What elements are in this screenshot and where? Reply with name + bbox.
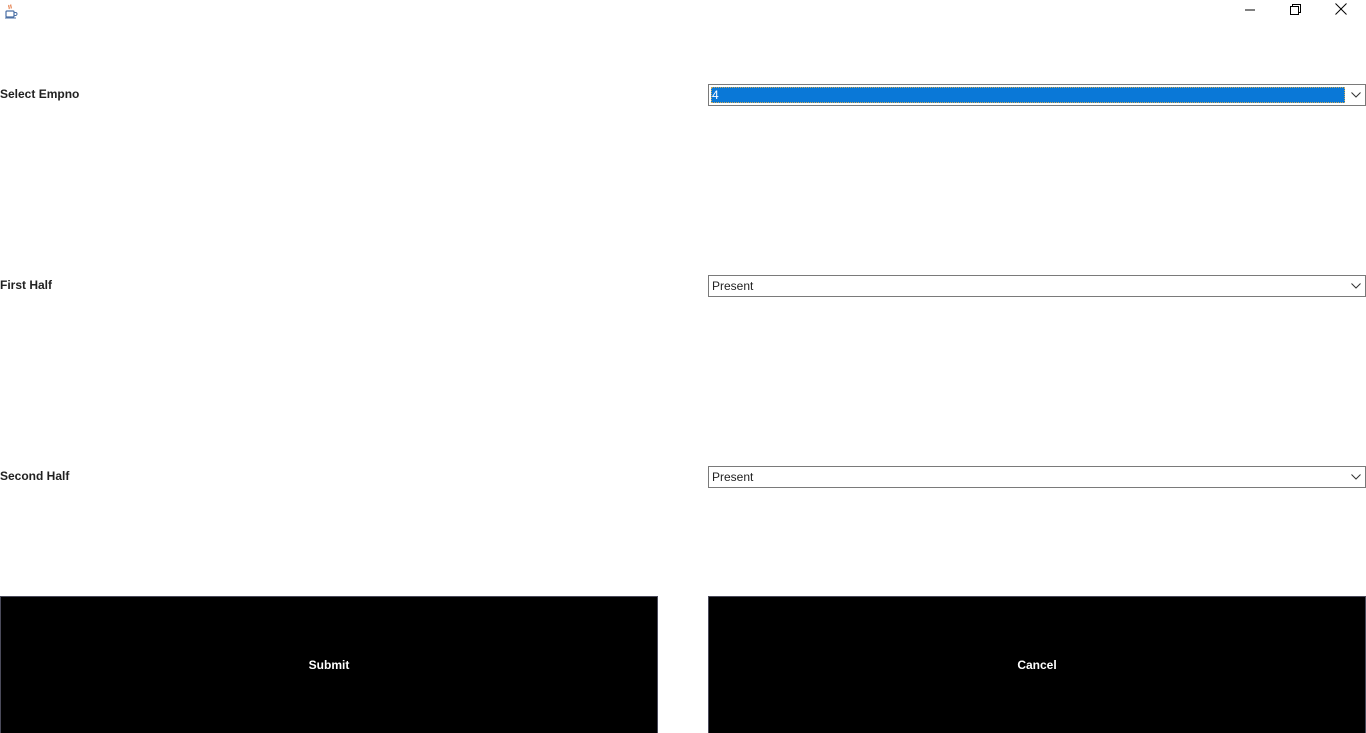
cancel-button[interactable]: Cancel: [708, 596, 1366, 733]
first-half-label: First Half: [0, 278, 53, 292]
maximize-button[interactable]: [1272, 0, 1318, 22]
empno-label: Select Empno: [0, 87, 80, 101]
second-half-select[interactable]: Present: [708, 466, 1366, 488]
first-half-selected-value: Present: [712, 279, 754, 293]
java-coffee-cup-icon: [3, 3, 19, 19]
submit-button[interactable]: Submit: [0, 596, 658, 733]
minimize-icon: [1245, 2, 1255, 20]
title-bar[interactable]: [0, 0, 1366, 22]
chevron-down-icon[interactable]: [1347, 467, 1365, 487]
close-button[interactable]: [1318, 0, 1364, 22]
restore-icon: [1289, 2, 1301, 20]
second-half-selected-value: Present: [712, 470, 754, 484]
first-half-select[interactable]: Present: [708, 275, 1366, 297]
second-half-label: Second Half: [0, 469, 70, 483]
empno-selected-value: 4: [711, 87, 1345, 103]
minimize-button[interactable]: [1227, 0, 1273, 22]
chevron-down-icon[interactable]: [1347, 276, 1365, 296]
close-icon: [1335, 2, 1347, 20]
empno-select[interactable]: 4: [708, 84, 1366, 106]
chevron-down-icon[interactable]: [1347, 85, 1365, 105]
app-window: Select Empno 4 First Half Present Second…: [0, 0, 1366, 733]
